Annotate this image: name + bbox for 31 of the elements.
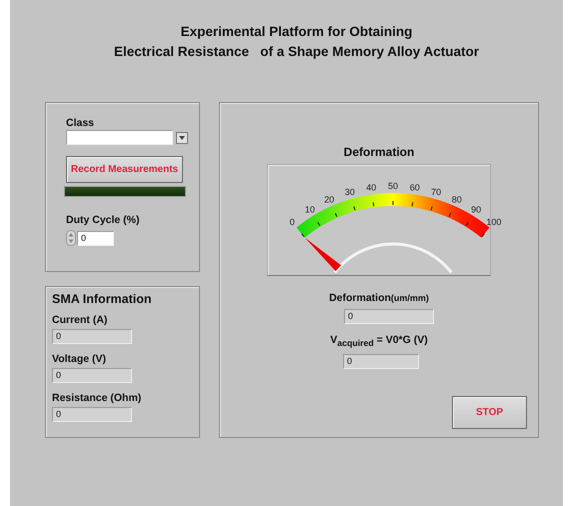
field-label: Class [66,117,94,130]
field-label: Resistance (Ohm) [52,392,142,405]
scale-label: 90 [471,204,482,214]
value-field: 0 [52,407,132,422]
field-label: Voltage (V) [52,353,106,366]
record-measurements-button[interactable]: Record Measurements [66,156,183,183]
duty-cycle-field[interactable]: 0 [77,230,114,246]
scale-label: 100 [486,217,502,228]
field-label: V$_{acquired}$ = V0*G (V) [330,334,428,350]
page-title: Experimental Platform for Obtaining Electrical Resistance of a Shape Memory Alloy Actuator [112,23,480,61]
scale-label: 80 [452,194,462,204]
value-field: 0 [343,354,419,370]
scale-label: 70 [431,186,442,197]
scale-label: 50 [388,181,398,191]
field-label: Deformation(um/mm) [329,292,429,305]
field-label: Current (A) [52,314,108,327]
class-field[interactable] [66,130,173,145]
scale-label: 0 [290,217,295,228]
value-field: 0 [344,309,434,324]
field-label: Duty Cycle (%) [66,214,140,227]
scale-label: 20 [324,194,334,204]
scale-label: 30 [344,186,355,197]
scale-label: 60 [410,182,420,192]
value-field: 0 [52,329,132,344]
spinner-arrows-icon[interactable] [66,230,76,246]
stop-button[interactable]: STOP [452,396,527,429]
scale-label: 40 [366,182,376,192]
scale-label: 10 [304,204,315,214]
gauge-title: Deformation [344,145,414,159]
panel-title: SMA Information [52,292,152,306]
value-field: 0 [52,368,132,383]
